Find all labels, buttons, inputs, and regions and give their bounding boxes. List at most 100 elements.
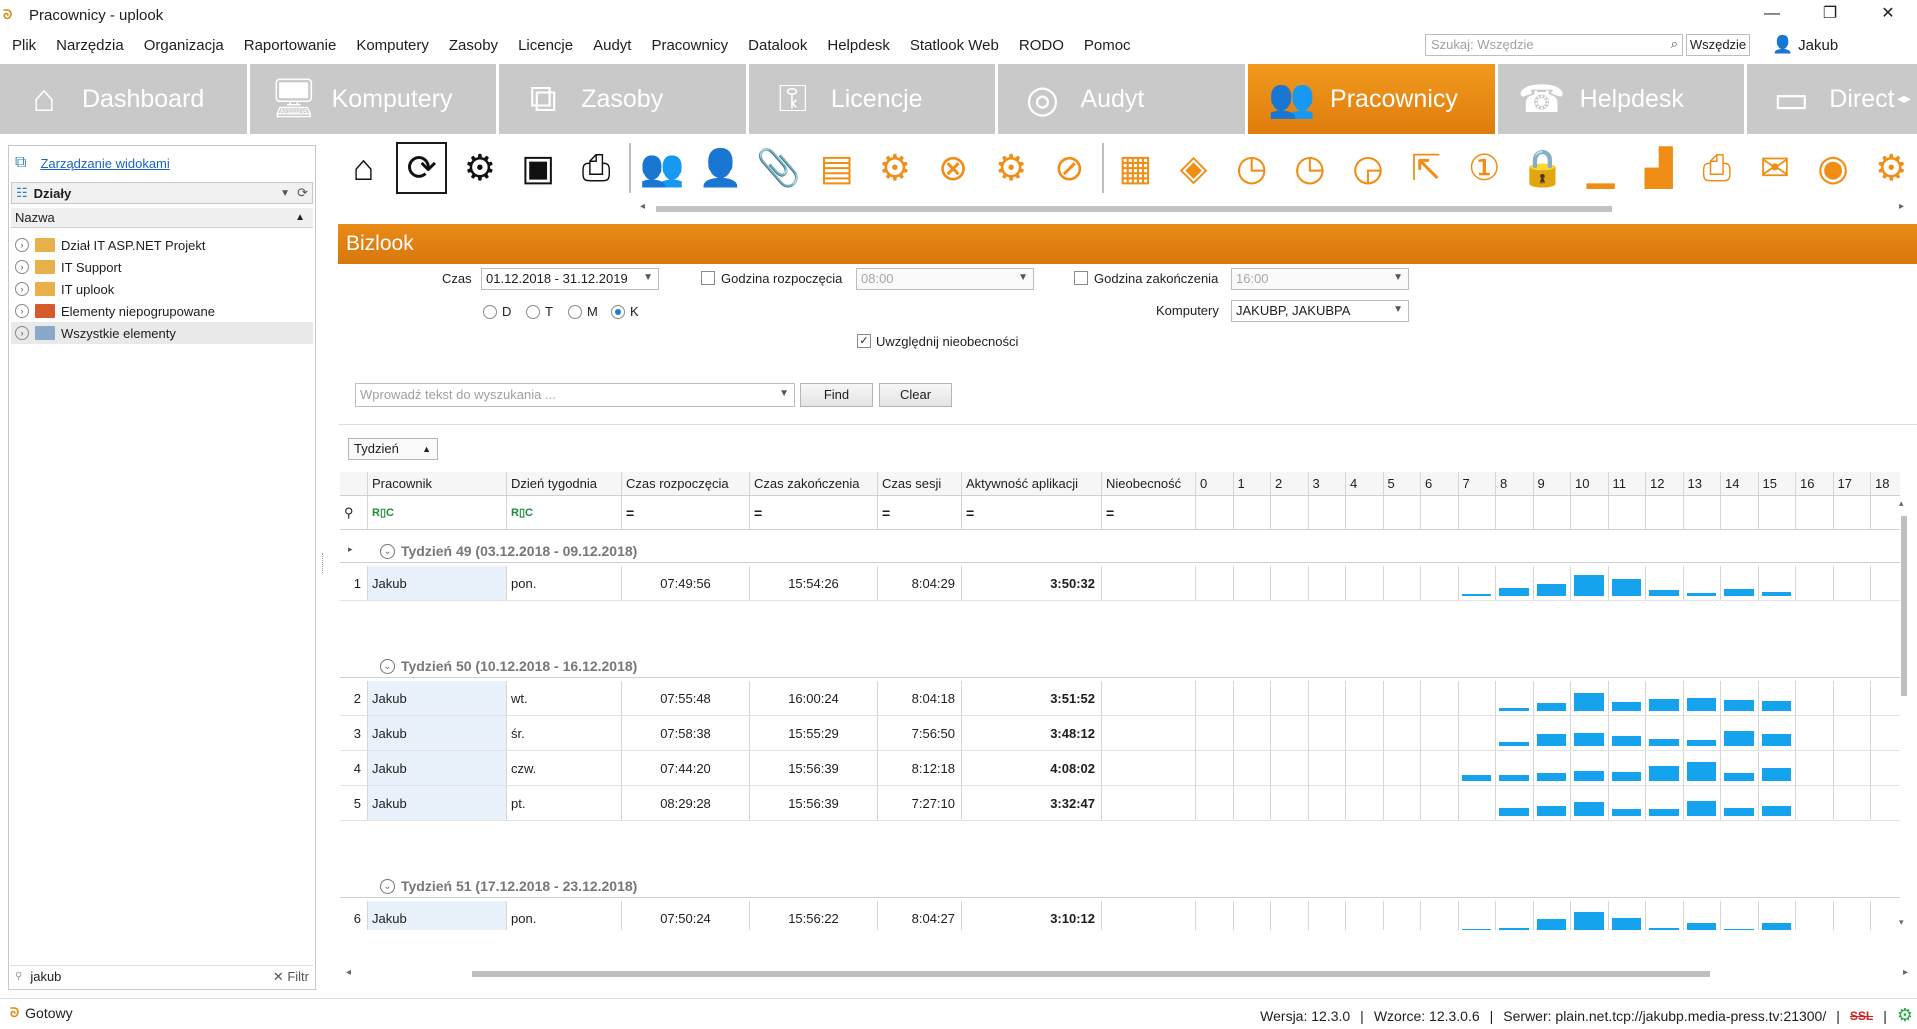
- hour-header[interactable]: 10: [1571, 472, 1609, 495]
- user-menu[interactable]: 👤 Jakub: [1772, 33, 1838, 57]
- department-selector[interactable]: ☷ Działy ▼ ⟳: [11, 182, 313, 204]
- nav-tab-audyt[interactable]: ◎ Audyt: [998, 64, 1249, 134]
- table-row[interactable]: 5 Jakub pt. 08:29:28 15:56:39 7:27:10 3:32:47: [340, 786, 1900, 821]
- menu-pracownicy[interactable]: Pracownicy: [641, 37, 738, 54]
- hour-filter-cell[interactable]: [1384, 496, 1421, 529]
- hour-filter-cell[interactable]: [1459, 496, 1496, 529]
- hour-filter-cell[interactable]: [1721, 496, 1759, 529]
- menu-rodo[interactable]: RODO: [1009, 37, 1074, 54]
- documents-icon[interactable]: ▤: [811, 142, 862, 194]
- hour-header[interactable]: 15: [1759, 472, 1796, 495]
- hour-filter-cell[interactable]: [1759, 496, 1796, 529]
- tree-item-it-uplook[interactable]: › IT uplook: [11, 278, 313, 300]
- hour-filter-cell[interactable]: [1496, 496, 1534, 529]
- tree-filter-value[interactable]: jakub: [30, 969, 61, 984]
- service-gear-icon[interactable]: ⚙: [1897, 1005, 1913, 1026]
- chevron-down-icon[interactable]: ▼: [280, 188, 290, 199]
- menu-statlook-web[interactable]: Statlook Web: [900, 37, 1009, 54]
- find-button[interactable]: Find: [800, 383, 873, 407]
- calendar-icon[interactable]: ▦: [1110, 142, 1161, 194]
- expand-icon[interactable]: ›: [15, 282, 29, 296]
- group-row[interactable]: ⌄ Tydzień 51 (17.12.2018 - 23.12.2018): [340, 865, 1900, 898]
- equals-filter-cell[interactable]: =: [750, 496, 878, 529]
- menu-datalook[interactable]: Datalook: [738, 37, 817, 54]
- hour-header[interactable]: 6: [1421, 472, 1459, 495]
- grid-search-input[interactable]: Wprowadź tekst do wyszukania ... ▼: [355, 383, 795, 407]
- equals-filter-cell[interactable]: =: [962, 496, 1102, 529]
- tree-item-all[interactable]: › Wszystkie elementy: [11, 322, 313, 344]
- hour-filter-cell[interactable]: [1421, 496, 1459, 529]
- tree-item-it-support[interactable]: › IT Support: [11, 256, 313, 278]
- panel-splitter[interactable]: [322, 553, 326, 573]
- refresh-icon[interactable]: ⟳: [396, 142, 448, 194]
- hour-filter-cell[interactable]: [1796, 496, 1834, 529]
- collapse-icon[interactable]: ⌄: [380, 659, 395, 674]
- employee-remove-icon[interactable]: ⊘: [1044, 142, 1095, 194]
- hour-header[interactable]: 0: [1196, 472, 1234, 495]
- scroll-left-icon[interactable]: ◂: [346, 967, 351, 978]
- scroll-right-icon[interactable]: ▸: [1899, 201, 1904, 212]
- save-icon[interactable]: ▣: [513, 142, 564, 194]
- hour-filter-cell[interactable]: [1684, 496, 1721, 529]
- menu-licencje[interactable]: Licencje: [508, 37, 583, 54]
- column-header[interactable]: Czas rozpoczęcia: [622, 472, 750, 495]
- hour-header[interactable]: 1: [1234, 472, 1271, 495]
- tree-item-ungrouped[interactable]: › Elementy niepogrupowane: [11, 300, 313, 322]
- maximize-button[interactable]: ❐: [1801, 0, 1859, 30]
- column-header[interactable]: Dzień tygodnia: [507, 472, 622, 495]
- hour-header[interactable]: 18: [1871, 472, 1900, 495]
- nav-tab-direct[interactable]: ▭ Direct: [1747, 64, 1917, 134]
- minimize-button[interactable]: —: [1743, 0, 1801, 30]
- scroll-left-icon[interactable]: ◂: [640, 201, 645, 212]
- settings-icon[interactable]: ⚙: [454, 142, 505, 194]
- print-icon[interactable]: ⎙: [571, 142, 622, 194]
- column-header[interactable]: Aktywność aplikacji: [962, 472, 1102, 495]
- group-row[interactable]: ⌄ Tydzień 50 (10.12.2018 - 16.12.2018): [340, 645, 1900, 678]
- hour-header[interactable]: 14: [1721, 472, 1759, 495]
- period-radio-t[interactable]: [526, 305, 540, 319]
- employees-icon[interactable]: 👥: [637, 142, 688, 194]
- equals-filter-cell[interactable]: =: [1102, 496, 1196, 529]
- hour-filter-cell[interactable]: [1271, 496, 1309, 529]
- time-range-select[interactable]: 01.12.2018 - 31.12.2019 ▼: [481, 268, 659, 290]
- hour-header[interactable]: 11: [1609, 472, 1646, 495]
- hour-header[interactable]: 2: [1271, 472, 1309, 495]
- hour-filter-cell[interactable]: [1196, 496, 1234, 529]
- group-row[interactable]: ⌄ Tydzień 49 (03.12.2018 - 09.12.2018): [340, 530, 1900, 563]
- table-row[interactable]: 6 Jakub pon. 07:50:24 15:56:22 8:04:27 3:10:12: [340, 901, 1900, 930]
- hour-header[interactable]: 7: [1459, 472, 1496, 495]
- clock-mouse-icon[interactable]: ◶: [1342, 142, 1393, 194]
- grid-horizontal-scrollbar[interactable]: ◂ ▸: [346, 967, 1908, 980]
- menu-organizacja[interactable]: Organizacja: [134, 37, 234, 54]
- nav-tab-pracownicy[interactable]: 👥 Pracownicy: [1248, 64, 1498, 134]
- chat-icon[interactable]: ✉: [1749, 142, 1800, 194]
- end-hour-checkbox[interactable]: [1074, 271, 1088, 285]
- search-icon[interactable]: ⌕: [1671, 36, 1678, 52]
- printer-icon[interactable]: ⎙: [1691, 142, 1742, 194]
- column-header[interactable]: Czas zakończenia: [750, 472, 878, 495]
- nav-tab-helpdesk[interactable]: ☎ Helpdesk: [1497, 64, 1748, 134]
- home-icon[interactable]: ⌂: [338, 142, 389, 194]
- hour-header[interactable]: 12: [1646, 472, 1684, 495]
- nav-tab-dashboard[interactable]: ⌂ Dashboard: [0, 64, 250, 134]
- www-eye-icon[interactable]: ◉: [1808, 142, 1859, 194]
- hour-header[interactable]: 9: [1534, 472, 1571, 495]
- collapse-icon[interactable]: ⌄: [380, 544, 395, 559]
- expand-icon[interactable]: ›: [15, 326, 29, 340]
- grid-vertical-scrollbar[interactable]: ▴ ▾: [1897, 498, 1911, 928]
- scroll-thumb[interactable]: [1901, 516, 1907, 696]
- table-row[interactable]: 2 Jakub wt. 07:55:48 16:00:24 8:04:18 3:51:52: [340, 681, 1900, 716]
- computers-select[interactable]: JAKUBP, JAKUBPA ▼: [1231, 300, 1409, 322]
- start-hour-select[interactable]: 08:00 ▼: [856, 268, 1034, 290]
- employee-config-icon[interactable]: ⚙: [986, 142, 1037, 194]
- lock-icon[interactable]: 🔒: [1517, 142, 1568, 194]
- toolbar-scrollbar[interactable]: ◂ ▸: [640, 201, 1904, 214]
- tree-item-dzial-it-asp[interactable]: › Dział IT ASP.NET Projekt: [11, 234, 313, 256]
- menu-zasoby[interactable]: Zasoby: [439, 37, 508, 54]
- hour-header[interactable]: 4: [1346, 472, 1384, 495]
- menu-narzedzia[interactable]: Narzędzia: [46, 37, 134, 54]
- hour-header[interactable]: 13: [1684, 472, 1721, 495]
- nav-tab-zasoby[interactable]: ⧉ Zasoby: [499, 64, 749, 134]
- nav-tab-licencje[interactable]: ⚿ Licencje: [748, 64, 999, 134]
- signal-icon[interactable]: ▁: [1575, 142, 1626, 194]
